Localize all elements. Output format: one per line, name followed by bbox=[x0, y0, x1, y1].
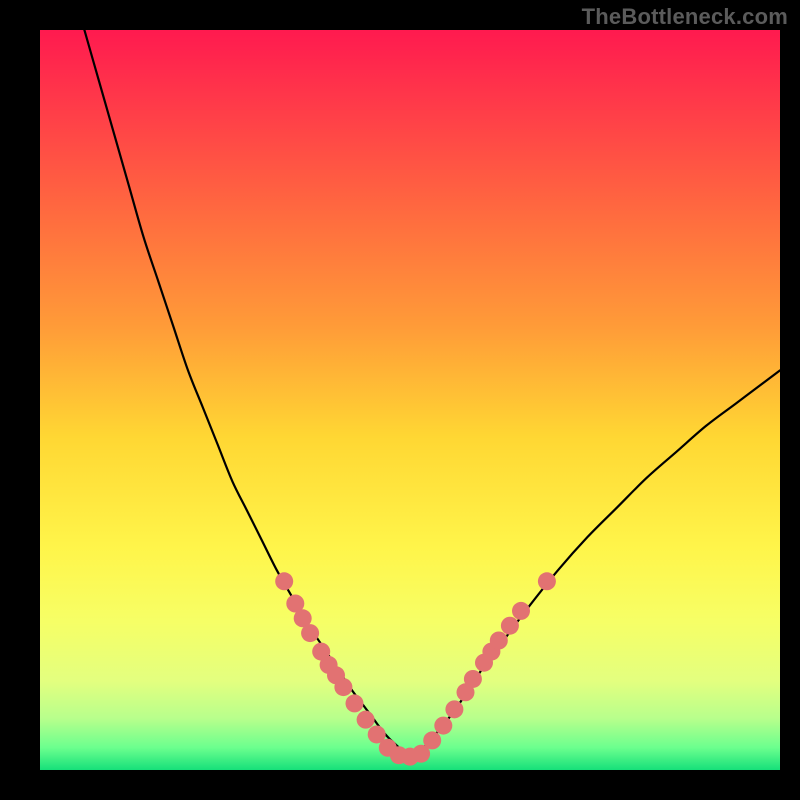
watermark-text: TheBottleneck.com bbox=[582, 4, 788, 30]
data-marker bbox=[434, 717, 452, 735]
data-marker bbox=[512, 602, 530, 620]
data-marker bbox=[301, 624, 319, 642]
plot-area bbox=[40, 30, 780, 770]
data-marker bbox=[275, 572, 293, 590]
data-marker bbox=[445, 700, 463, 718]
data-marker bbox=[357, 711, 375, 729]
data-marker bbox=[346, 694, 364, 712]
data-marker bbox=[490, 632, 508, 650]
data-marker bbox=[501, 617, 519, 635]
data-marker bbox=[464, 670, 482, 688]
chart-svg bbox=[40, 30, 780, 770]
gradient-background bbox=[40, 30, 780, 770]
data-marker bbox=[334, 678, 352, 696]
data-marker bbox=[423, 731, 441, 749]
chart-frame: TheBottleneck.com bbox=[0, 0, 800, 800]
data-marker bbox=[538, 572, 556, 590]
